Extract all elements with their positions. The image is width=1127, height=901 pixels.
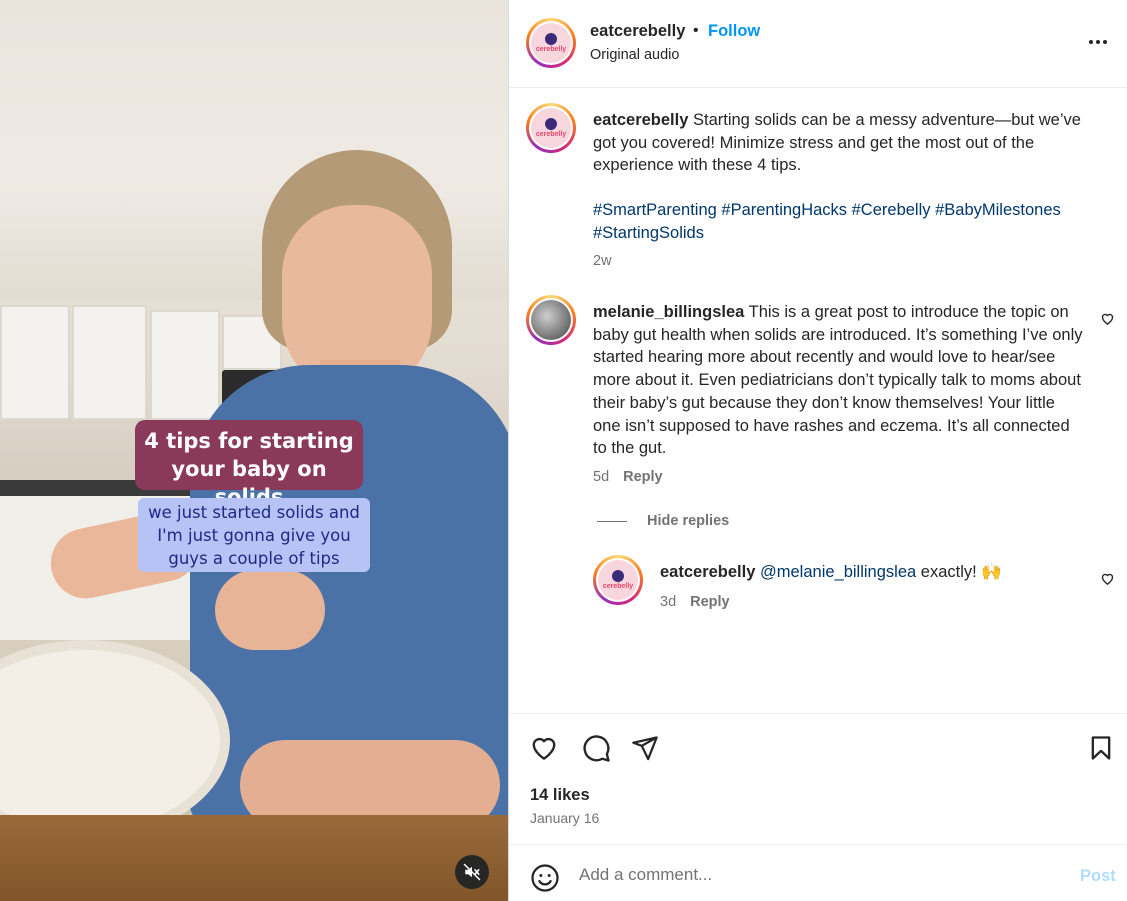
comment-username[interactable]: melanie_billingslea (593, 303, 744, 321)
reply-mention[interactable]: @melanie_billingslea (760, 563, 916, 581)
comment-body: melanie_billingslea This is a great post… (593, 301, 1083, 460)
video-scene-person-hand (215, 570, 325, 650)
audio-label[interactable]: Original audio (590, 47, 679, 63)
cerebelly-logo-icon (545, 33, 557, 45)
likes-count[interactable]: 14 likes (530, 786, 590, 805)
post-date[interactable]: January 16 (530, 810, 599, 826)
video-player[interactable]: 4 tips for starting your baby on solids … (0, 0, 508, 901)
avatar-logo-text: cerebelly (535, 131, 567, 138)
comments-list[interactable]: cerebelly eatcerebelly Starting solids c… (509, 89, 1127, 713)
video-scene-table (0, 815, 508, 901)
reply-timestamp[interactable]: 3d (660, 594, 676, 610)
reply-button[interactable]: Reply (623, 469, 663, 485)
post-header: cerebelly eatcerebelly • Follow Original… (509, 0, 1127, 88)
reply-body: eatcerebelly @melanie_billingslea exactl… (660, 561, 1080, 584)
reply-button[interactable]: Reply (690, 594, 730, 610)
avatar-logo-text: cerebelly (535, 46, 567, 53)
post-actions: 14 likes January 16 (509, 713, 1127, 844)
video-overlay-title: 4 tips for starting your baby on solids (135, 420, 363, 509)
replies-line (597, 520, 627, 522)
comment-text: This is a great post to introduce the to… (593, 303, 1083, 458)
post-caption: eatcerebelly Starting solids can be a me… (593, 109, 1093, 177)
hashtag-line[interactable]: #SmartParenting #ParentingHacks #Cerebel… (593, 199, 1113, 222)
like-reply-heart-icon[interactable] (1100, 571, 1115, 586)
header-separator: • (693, 22, 699, 39)
comment-input[interactable] (579, 865, 1049, 885)
comment-composer: Post (509, 844, 1127, 901)
save-bookmark-icon[interactable] (1087, 733, 1115, 763)
emoji-icon[interactable] (530, 863, 560, 893)
video-scene-cabinet (0, 305, 70, 420)
reply-text: exactly! 🙌 (920, 563, 1002, 581)
cerebelly-logo-icon (545, 118, 557, 130)
cerebelly-logo-icon (612, 570, 624, 582)
avatar-logo-text: cerebelly (602, 583, 634, 590)
hide-replies-toggle[interactable]: Hide replies (597, 513, 729, 529)
comment-icon[interactable] (581, 733, 611, 763)
caption-username[interactable]: eatcerebelly (593, 111, 688, 129)
author-username[interactable]: eatcerebelly (590, 22, 685, 41)
share-icon[interactable] (631, 734, 659, 762)
author-avatar[interactable]: cerebelly (526, 18, 576, 68)
like-heart-icon[interactable] (529, 733, 559, 763)
commenter-photo (531, 300, 571, 340)
muted-speaker-icon (463, 863, 481, 881)
follow-button[interactable]: Follow (708, 22, 760, 41)
post-details-panel: cerebelly eatcerebelly • Follow Original… (509, 0, 1127, 901)
hashtag-line[interactable]: #StartingSolids (593, 222, 1113, 245)
comment-meta: 5d Reply (593, 469, 663, 485)
reply-avatar[interactable]: cerebelly (593, 555, 643, 605)
commenter-avatar[interactable] (526, 295, 576, 345)
caption-avatar[interactable]: cerebelly (526, 103, 576, 153)
like-comment-heart-icon[interactable] (1100, 311, 1115, 326)
reply-username[interactable]: eatcerebelly (660, 563, 755, 581)
reply-meta: 3d Reply (660, 594, 730, 610)
comment-timestamp[interactable]: 5d (593, 469, 609, 485)
video-overlay-caption: we just started solids and I'm just gonn… (138, 498, 370, 572)
mute-button[interactable] (455, 855, 489, 889)
caption-hashtags: #SmartParenting #ParentingHacks #Cerebel… (593, 199, 1113, 244)
post-comment-button[interactable]: Post (1080, 867, 1116, 886)
video-scene-cabinet (72, 305, 147, 420)
more-options-icon[interactable] (1089, 40, 1107, 44)
hide-replies-label: Hide replies (647, 513, 730, 529)
video-scene-cabinet (150, 310, 220, 420)
caption-timestamp[interactable]: 2w (593, 253, 612, 269)
